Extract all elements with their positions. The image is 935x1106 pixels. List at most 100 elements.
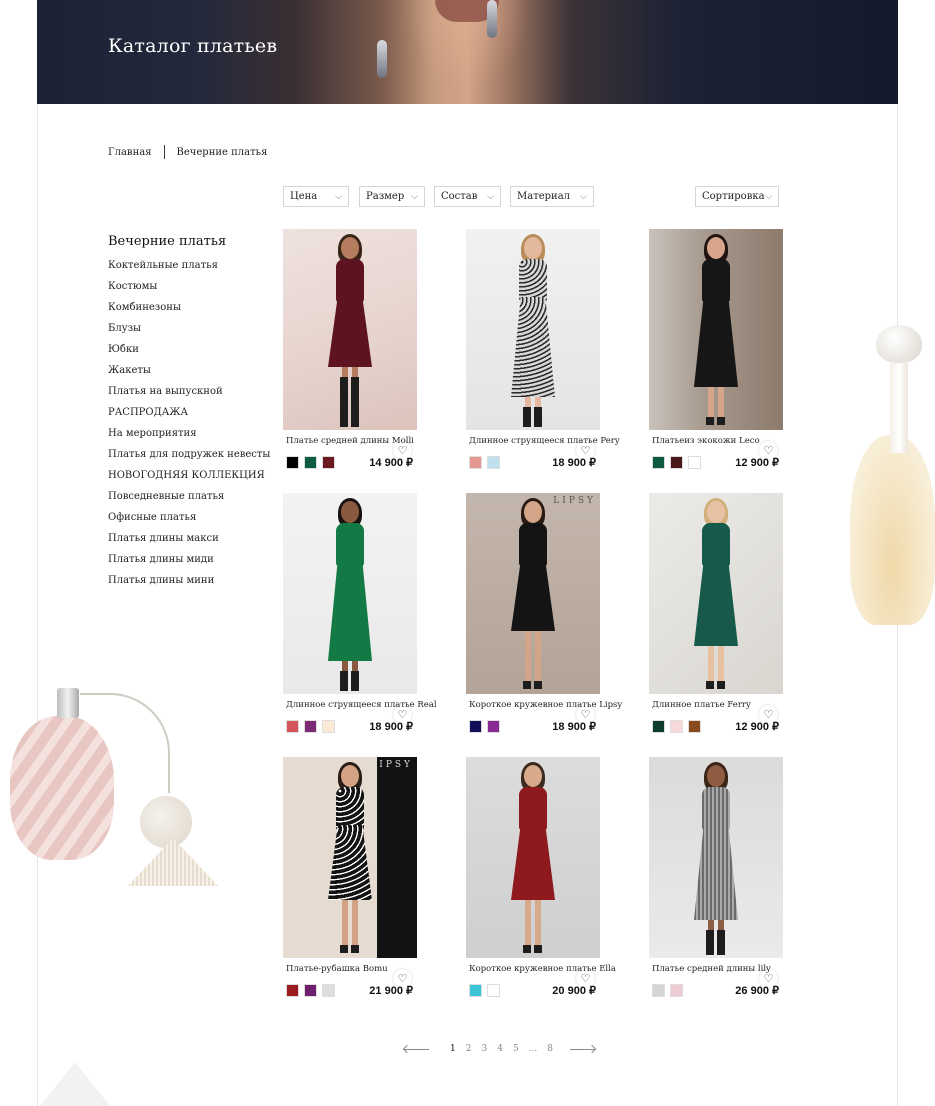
color-swatches: [469, 456, 500, 469]
color-swatches: [652, 720, 701, 733]
product-name[interactable]: Платье средней длины lily: [652, 964, 771, 974]
color-swatch[interactable]: [487, 984, 500, 997]
color-swatches: [286, 456, 335, 469]
color-swatch[interactable]: [652, 984, 665, 997]
color-swatch[interactable]: [487, 456, 500, 469]
sidebar-item[interactable]: На мероприятия: [108, 423, 270, 444]
page-link[interactable]: 5: [513, 1044, 519, 1054]
color-swatch[interactable]: [670, 720, 683, 733]
sidebar-item[interactable]: Офисные платья: [108, 507, 270, 528]
color-swatch[interactable]: [652, 456, 665, 469]
color-swatch[interactable]: [322, 720, 335, 733]
model-figure: [503, 762, 563, 955]
sidebar-item[interactable]: Платья на выпускной: [108, 381, 270, 402]
model-figure: [503, 234, 563, 427]
product-card[interactable]: LIPSY ♡ Платье-рубашка Bomu 21 900 ₽: [283, 757, 417, 997]
sidebar-item[interactable]: Юбки: [108, 339, 270, 360]
arrow-left-icon[interactable]: [404, 1048, 429, 1050]
product-price: 14 900 ₽: [369, 457, 413, 469]
breadcrumb: Главная Вечерние платья: [108, 145, 267, 159]
color-swatch[interactable]: [304, 720, 317, 733]
model-figure: [686, 762, 746, 955]
filter-composition[interactable]: Состав ⌵: [434, 186, 501, 207]
page-link[interactable]: 1: [450, 1044, 456, 1054]
product-photo[interactable]: [649, 757, 783, 958]
filter-material[interactable]: Материал ⌵: [510, 186, 594, 207]
filter-size[interactable]: Размер ⌵: [359, 186, 425, 207]
sidebar-item[interactable]: Коктейльные платья: [108, 255, 270, 276]
color-swatch[interactable]: [652, 720, 665, 733]
color-swatch[interactable]: [688, 456, 701, 469]
product-photo[interactable]: [466, 229, 600, 430]
sidebar-title[interactable]: Вечерние платья: [108, 234, 270, 249]
color-swatch[interactable]: [670, 456, 683, 469]
sidebar-item[interactable]: Платья длины мини: [108, 570, 270, 591]
color-swatch[interactable]: [670, 984, 683, 997]
breadcrumb-home[interactable]: Главная: [108, 147, 152, 158]
sidebar-item[interactable]: Костюмы: [108, 276, 270, 297]
filter-price[interactable]: Цена ⌵: [283, 186, 349, 207]
color-swatch[interactable]: [469, 720, 482, 733]
breadcrumb-current[interactable]: Вечерние платья: [177, 147, 268, 158]
filter-composition-label: Состав: [441, 191, 478, 202]
product-name[interactable]: Длинное струящееся платье Real: [286, 700, 437, 710]
color-swatch[interactable]: [487, 720, 500, 733]
product-price: 12 900 ₽: [735, 721, 779, 733]
color-swatches: [469, 720, 500, 733]
product-card[interactable]: ♡ Длинное струящееся платье Real 18 900 …: [283, 493, 437, 733]
sidebar-item[interactable]: РАСПРОДАЖА: [108, 402, 270, 423]
sidebar-item[interactable]: Жакеты: [108, 360, 270, 381]
product-card[interactable]: ♡ Платье средней длины lily 26 900 ₽: [649, 757, 783, 997]
product-photo[interactable]: [649, 493, 783, 694]
product-card[interactable]: ♡ Короткое кружевное платье Ella 20 900 …: [466, 757, 616, 997]
sidebar-item[interactable]: Платья длины миди: [108, 549, 270, 570]
page-link[interactable]: 4: [497, 1044, 503, 1054]
page-link[interactable]: 3: [481, 1044, 487, 1054]
product-name[interactable]: Длинное струящееся платье Pery: [469, 436, 620, 446]
brand-logo: LIPSY: [553, 496, 596, 506]
page-link[interactable]: 8: [547, 1044, 553, 1054]
sidebar-item[interactable]: Повседневные платья: [108, 486, 270, 507]
product-name[interactable]: Длинное платье Ferry: [652, 700, 751, 710]
chevron-down-icon: ⌵: [335, 191, 342, 202]
product-name[interactable]: Платье-рубашка Bomu: [286, 964, 388, 974]
product-photo[interactable]: LIPSY: [283, 757, 417, 958]
product-card[interactable]: ♡ Длинное струящееся платье Pery 18 900 …: [466, 229, 620, 469]
product-card[interactable]: ♡ Платье средней длины Molli 14 900 ₽: [283, 229, 417, 469]
product-photo[interactable]: [466, 757, 600, 958]
color-swatch[interactable]: [304, 984, 317, 997]
color-swatch[interactable]: [286, 456, 299, 469]
product-name[interactable]: Короткое кружевное платье Ella: [469, 964, 616, 974]
sidebar-item[interactable]: Блузы: [108, 318, 270, 339]
product-card[interactable]: LIPSY ♡ Короткое кружевное платье Lipsy …: [466, 493, 622, 733]
product-photo[interactable]: [283, 493, 417, 694]
product-price: 18 900 ₽: [369, 721, 413, 733]
color-swatch[interactable]: [469, 456, 482, 469]
sort-dropdown[interactable]: Сортировка ⌵: [695, 186, 779, 207]
color-swatch[interactable]: [286, 720, 299, 733]
product-photo[interactable]: [283, 229, 417, 430]
color-swatch[interactable]: [286, 984, 299, 997]
color-swatch[interactable]: [322, 984, 335, 997]
color-swatch[interactable]: [469, 984, 482, 997]
color-swatch[interactable]: [322, 456, 335, 469]
perfume-atomizer-image: [10, 688, 218, 898]
sidebar-item[interactable]: Платья длины макси: [108, 528, 270, 549]
sidebar-item[interactable]: Платья для подружек невесты: [108, 444, 270, 465]
product-name[interactable]: Короткое кружевное платье Lipsy: [469, 700, 622, 710]
color-swatch[interactable]: [304, 456, 317, 469]
product-name[interactable]: Платьеиз экокожи Leco: [652, 436, 760, 446]
pagination: 1 2 3 4 5 ... 8: [404, 1044, 595, 1054]
sidebar-item[interactable]: Комбинезоны: [108, 297, 270, 318]
sidebar-item[interactable]: НОВОГОДНЯЯ КОЛЛЕКЦИЯ: [108, 465, 270, 486]
arrow-right-icon[interactable]: [570, 1048, 595, 1050]
color-swatch[interactable]: [688, 720, 701, 733]
product-card[interactable]: ♡ Платьеиз экокожи Leco 12 900 ₽: [649, 229, 783, 469]
product-name[interactable]: Платье средней длины Molli: [286, 436, 414, 446]
model-figure: [320, 234, 380, 427]
product-photo[interactable]: LIPSY: [466, 493, 600, 694]
product-photo[interactable]: [649, 229, 783, 430]
page-link[interactable]: 2: [466, 1044, 472, 1054]
product-price: 20 900 ₽: [552, 985, 596, 997]
product-card[interactable]: ♡ Длинное платье Ferry 12 900 ₽: [649, 493, 783, 733]
